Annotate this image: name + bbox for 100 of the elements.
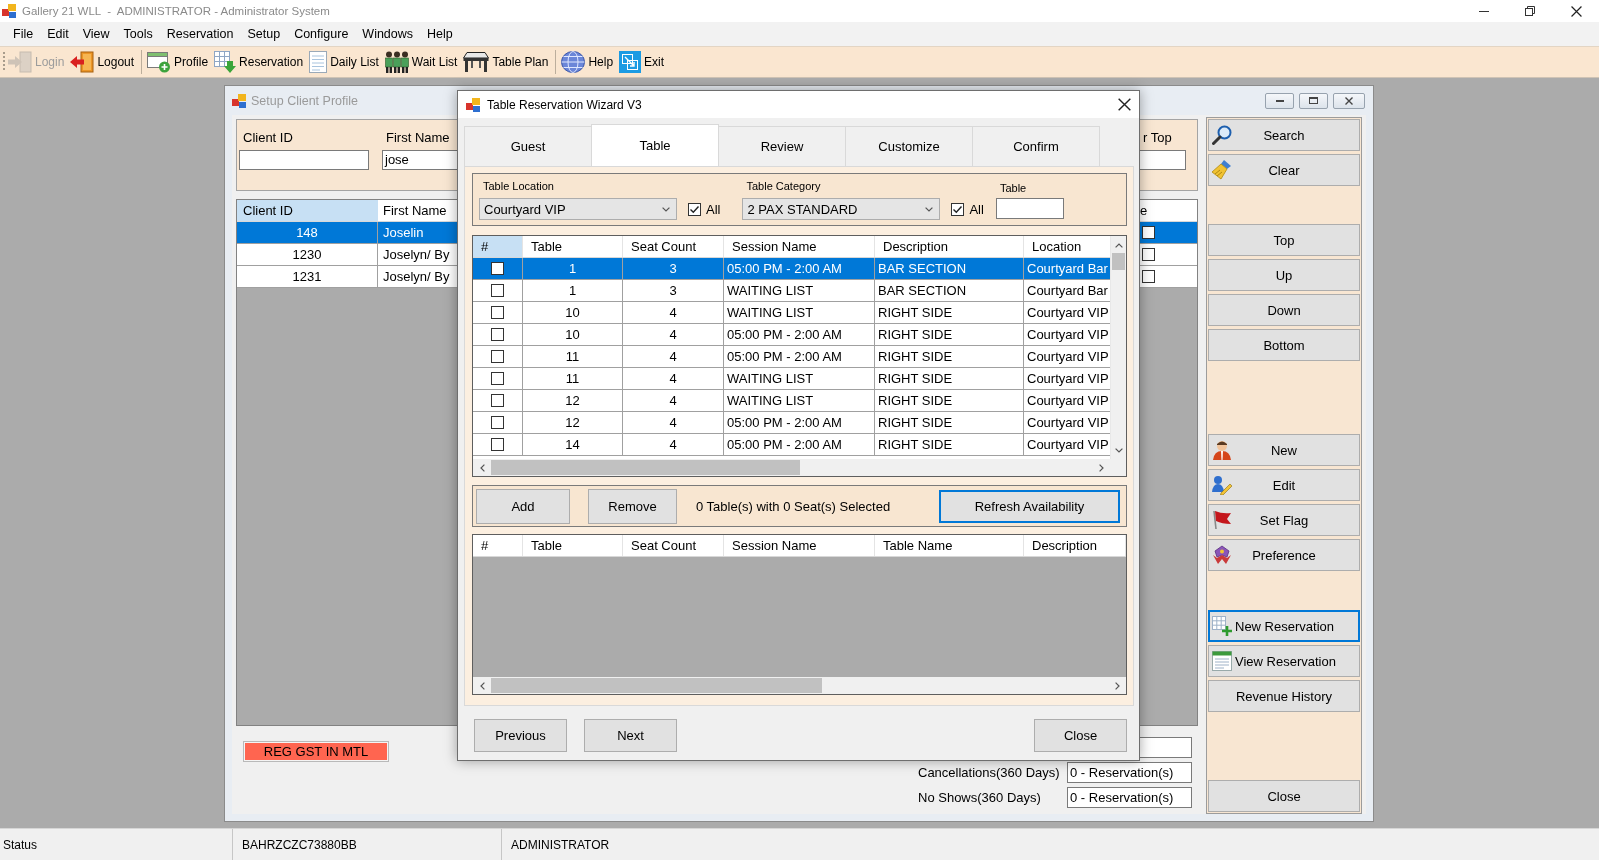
window-title: Gallery 21 WLL - ADMINISTRATOR - Administrator System	[22, 5, 330, 17]
minimize-button[interactable]	[1265, 92, 1294, 109]
toolbar-button[interactable]: Profile	[145, 48, 211, 76]
checkbox[interactable]	[688, 202, 701, 216]
tab[interactable]: Guest	[464, 126, 592, 166]
table-row[interactable]: 11 4 WAITING LIST RIGHT SIDE Courtyard VIP	[473, 368, 1110, 390]
checkbox[interactable]	[1142, 270, 1155, 283]
app-icon	[2, 4, 16, 18]
menu-item[interactable]: Configure	[287, 22, 356, 46]
tab[interactable]: Table	[591, 124, 719, 166]
scrollbar-thumb[interactable]	[491, 678, 822, 693]
chevron-right-icon[interactable]	[1115, 681, 1120, 690]
side-button[interactable]: Clear	[1208, 154, 1360, 186]
side-button[interactable]: Down	[1208, 294, 1360, 326]
side-button[interactable]: New Reservation	[1208, 610, 1360, 642]
nav-button[interactable]: Previous	[474, 719, 567, 752]
side-button[interactable]: Set Flag	[1208, 504, 1360, 536]
horizontal-scrollbar[interactable]	[473, 459, 1110, 476]
close-icon[interactable]	[1570, 5, 1582, 17]
checkbox[interactable]	[491, 328, 504, 341]
toolbar-button[interactable]: Exit	[617, 48, 667, 76]
person-icon	[1212, 440, 1232, 460]
checkbox[interactable]	[491, 372, 504, 385]
minimize-icon[interactable]	[1479, 10, 1489, 12]
side-button[interactable]: Edit	[1208, 469, 1360, 501]
toolbar-button[interactable]: Table Plan	[461, 48, 551, 76]
tab[interactable]: Confirm	[972, 126, 1100, 166]
stat-label: Cancellations(360 Days)	[918, 765, 1061, 780]
side-button[interactable]: Bottom	[1208, 329, 1360, 361]
grip-icon[interactable]	[3, 52, 6, 72]
side-button[interactable]: View Reservation	[1208, 645, 1360, 677]
menu-item[interactable]: Help	[420, 22, 460, 46]
table-row[interactable]: 12 4 WAITING LIST RIGHT SIDE Courtyard VIP	[473, 390, 1110, 412]
vertical-scrollbar[interactable]	[1110, 236, 1126, 459]
side-button[interactable]: Preference	[1208, 539, 1360, 571]
maximize-button[interactable]	[1299, 92, 1328, 109]
chevron-down-icon	[662, 206, 670, 212]
refresh-button[interactable]: Refresh Availability	[939, 489, 1120, 523]
toolbar-button[interactable]: Help	[559, 48, 616, 76]
side-button[interactable]: New	[1208, 434, 1360, 466]
table-row[interactable]: 10 4 WAITING LIST RIGHT SIDE Courtyard VIP	[473, 302, 1110, 324]
text-field[interactable]	[239, 150, 369, 170]
table-row[interactable]: 11 4 05:00 PM - 2:00 AM RIGHT SIDE Courtyard VIP	[473, 346, 1110, 368]
dropdown[interactable]: 2 PAX STANDARD	[742, 198, 941, 220]
remove-button[interactable]: Remove	[588, 488, 677, 524]
menu-item[interactable]: Windows	[355, 22, 421, 46]
scrollbar-thumb[interactable]	[491, 460, 800, 475]
checkbox[interactable]	[951, 202, 965, 216]
checkbox[interactable]	[491, 416, 504, 429]
table-row[interactable]: 1 3 WAITING LIST BAR SECTION Courtyard Bar	[473, 280, 1110, 302]
menu-item[interactable]: View	[75, 22, 117, 46]
menu-item[interactable]: File	[6, 22, 41, 46]
side-button[interactable]: Up	[1208, 259, 1360, 291]
menu-item[interactable]: Setup	[240, 22, 288, 46]
door-arrow-icon	[70, 51, 95, 73]
text-field[interactable]	[995, 198, 1064, 219]
checkbox[interactable]	[491, 394, 504, 407]
horizontal-scrollbar[interactable]	[473, 677, 1126, 694]
chevron-left-icon[interactable]	[478, 463, 485, 472]
toolbar-button[interactable]: Logout	[68, 48, 137, 76]
dropdown[interactable]: Courtyard VIP	[479, 198, 677, 220]
status-text: ADMINISTRATOR	[511, 837, 610, 852]
close-icon[interactable]	[1118, 98, 1131, 111]
checkbox[interactable]	[491, 284, 504, 297]
table-row[interactable]: 1 3 05:00 PM - 2:00 AM BAR SECTION Courtyard Bar	[473, 258, 1110, 280]
chevron-down-icon[interactable]	[1115, 448, 1123, 453]
checkbox[interactable]	[1142, 248, 1155, 261]
table-row[interactable]: 12 4 05:00 PM - 2:00 AM RIGHT SIDE Courtyard VIP	[473, 412, 1110, 434]
add-button[interactable]: Add	[476, 488, 570, 524]
table-row[interactable]: 10 4 05:00 PM - 2:00 AM RIGHT SIDE Courtyard VIP	[473, 324, 1110, 346]
checkbox[interactable]	[491, 438, 504, 451]
checkbox[interactable]	[491, 262, 504, 275]
toolbar-button[interactable]: Reservation	[212, 48, 306, 76]
close-button[interactable]: Close	[1034, 719, 1127, 752]
nav-button[interactable]: Next	[584, 719, 677, 752]
toolbar-button[interactable]: Daily List	[307, 48, 381, 76]
close-button[interactable]	[1333, 92, 1365, 109]
table-cell: 1231	[237, 266, 378, 287]
restore-icon[interactable]	[1525, 6, 1535, 16]
chevron-left-icon[interactable]	[478, 681, 485, 690]
table-cell: 05:00 PM - 2:00 AM	[724, 346, 875, 367]
chevron-right-icon[interactable]	[1099, 463, 1104, 472]
toolbar-button[interactable]: Wait List	[382, 48, 460, 76]
column-header[interactable]: Client ID	[237, 200, 378, 221]
text-field[interactable]	[1139, 150, 1186, 170]
menu-item[interactable]: Reservation	[159, 22, 241, 46]
side-button[interactable]: Close	[1208, 780, 1360, 812]
checkbox[interactable]	[491, 306, 504, 319]
checkbox[interactable]	[1142, 226, 1155, 239]
chevron-up-icon[interactable]	[1115, 241, 1123, 248]
column-header[interactable]: #	[473, 236, 523, 257]
side-button[interactable]: Revenue History	[1208, 680, 1360, 712]
menu-item[interactable]: Tools	[116, 22, 160, 46]
menu-item[interactable]: Edit	[40, 22, 76, 46]
checkbox[interactable]	[491, 350, 504, 363]
side-button[interactable]: Top	[1208, 224, 1360, 256]
table-row[interactable]: 14 4 05:00 PM - 2:00 AM RIGHT SIDE Courtyard VIP	[473, 434, 1110, 456]
text-field[interactable]: jose	[382, 150, 458, 170]
side-button[interactable]: Search	[1208, 119, 1360, 151]
scrollbar-thumb[interactable]	[1112, 253, 1125, 270]
